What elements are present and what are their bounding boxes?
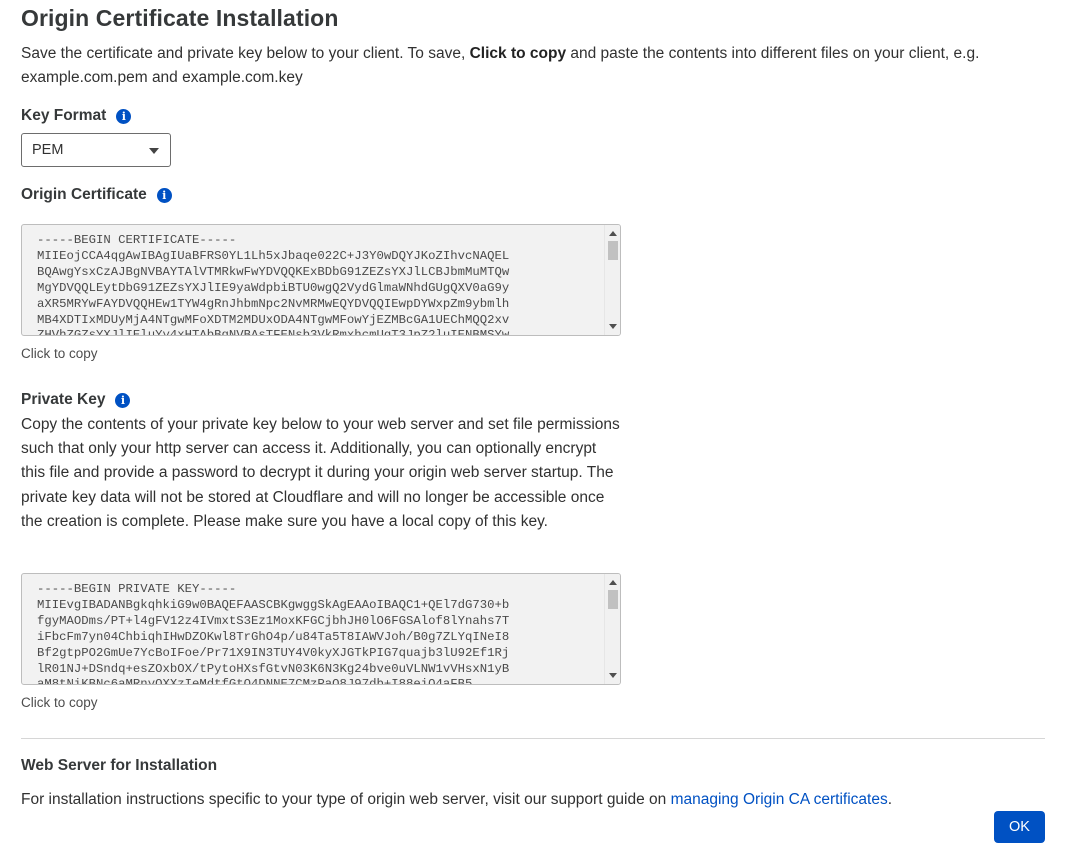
web-server-title: Web Server for Installation — [21, 757, 218, 774]
info-icon[interactable]: i — [156, 187, 172, 203]
certificate-copy-link[interactable]: Click to copy — [21, 346, 98, 361]
private-key-label: Private Key — [21, 391, 106, 408]
scroll-up-icon[interactable] — [609, 580, 617, 585]
origin-certificate-label: Origin Certificate — [21, 186, 147, 203]
web-server-instructions: For installation instructions specific t… — [21, 791, 671, 808]
intro-bold: Click to copy — [469, 45, 567, 62]
private-key-copy-link[interactable]: Click to copy — [21, 695, 98, 710]
private-key-content: -----BEGIN PRIVATE KEY----- MIIEvgIBADAN… — [37, 582, 510, 685]
key-format-label-row: Key Format i — [21, 107, 132, 125]
scroll-up-icon[interactable] — [609, 231, 617, 236]
info-icon[interactable]: i — [116, 108, 132, 124]
scrollbar-thumb[interactable] — [608, 241, 618, 260]
private-key-description: Copy the contents of your private key be… — [21, 416, 620, 530]
scrollbar[interactable] — [604, 225, 620, 335]
web-server-text: For installation instructions specific t… — [21, 788, 892, 812]
private-key-textarea[interactable]: -----BEGIN PRIVATE KEY----- MIIEvgIBADAN… — [21, 573, 621, 685]
origin-certificate-textarea[interactable]: -----BEGIN CERTIFICATE----- MIIEojCCA4qg… — [21, 224, 621, 336]
web-server-period: . — [887, 791, 893, 808]
key-format-select[interactable]: PEM — [21, 133, 171, 167]
key-format-selected: PEM — [32, 142, 64, 158]
intro-before: Save the certificate and private key bel… — [21, 45, 470, 62]
info-icon[interactable]: i — [115, 392, 131, 408]
scroll-down-icon[interactable] — [609, 673, 617, 678]
section-divider — [21, 738, 1045, 739]
origin-certificate-label-row: Origin Certificate i — [21, 186, 172, 204]
scroll-down-icon[interactable] — [609, 324, 617, 329]
scrollbar[interactable] — [604, 574, 620, 684]
certificate-installation-dialog: Origin Certificate Installation Save the… — [0, 0, 1075, 858]
intro-text: Save the certificate and private key bel… — [21, 42, 1031, 90]
origin-certificate-content: -----BEGIN CERTIFICATE----- MIIEojCCA4qg… — [37, 233, 510, 336]
chevron-down-icon — [149, 148, 159, 154]
origin-ca-guide-link[interactable]: managing Origin CA certificates — [671, 791, 888, 808]
ok-button[interactable]: OK — [994, 811, 1045, 843]
page-title: Origin Certificate Installation — [21, 5, 339, 31]
key-format-label: Key Format — [21, 107, 107, 124]
scrollbar-thumb[interactable] — [608, 590, 618, 609]
private-key-label-row: Private Key i — [21, 391, 131, 409]
